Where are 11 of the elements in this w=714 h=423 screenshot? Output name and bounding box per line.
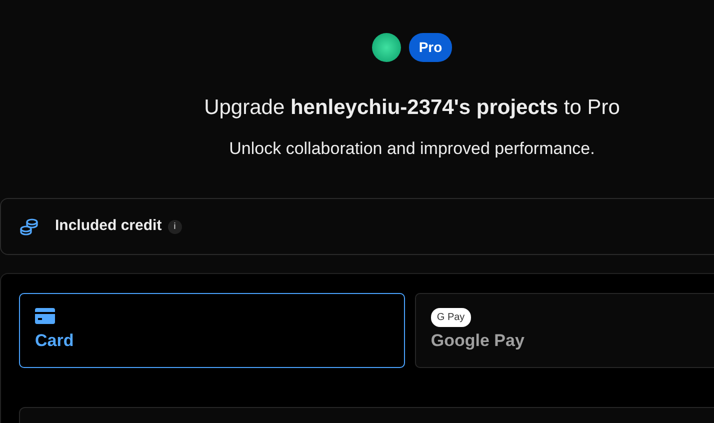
plan-badge: Pro bbox=[408, 33, 452, 62]
coins-icon bbox=[19, 216, 39, 236]
credit-card-icon bbox=[35, 308, 55, 324]
payment-option[interactable]: G Pay Google Pay bbox=[414, 293, 714, 368]
page-subtitle: Unlock collaboration and improved performance. bbox=[229, 138, 595, 160]
payment-option[interactable]: Card bbox=[19, 293, 405, 368]
page-title: Upgrade henleychiu-2374's projects to Pro bbox=[204, 95, 620, 121]
payment-logo: G Pay bbox=[430, 308, 471, 327]
credit-label: Included credit bbox=[55, 216, 162, 236]
avatar-circle bbox=[372, 33, 401, 62]
info-badge[interactable]: i bbox=[168, 220, 182, 234]
